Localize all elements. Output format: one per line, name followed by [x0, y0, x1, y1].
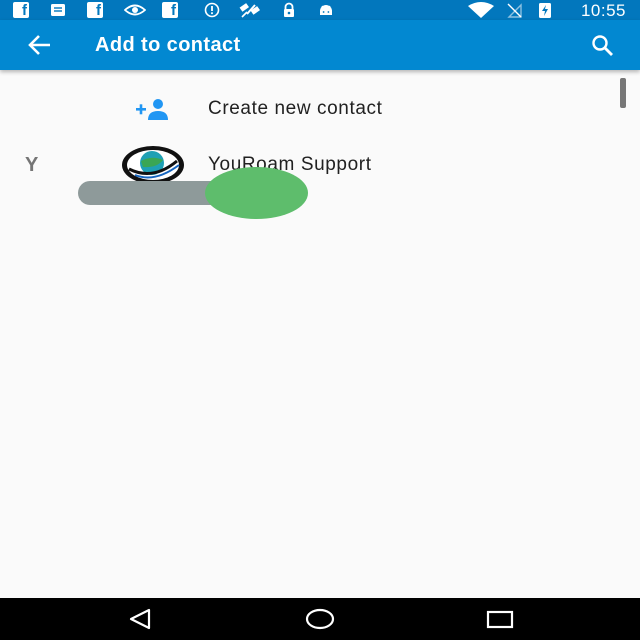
arrow-back-icon[interactable] [26, 31, 54, 59]
swipe-gesture-touch-point [205, 167, 308, 219]
app-bar: Add to contact [0, 20, 640, 70]
home-circle-icon[interactable] [300, 605, 340, 633]
eye-icon [124, 4, 146, 16]
status-bar: f f f 10:55 [0, 0, 640, 20]
screen: f f f 10:55 Add to contact Create new co… [0, 0, 640, 640]
avatar [122, 146, 184, 184]
wifi-icon [468, 2, 494, 18]
message-icon [51, 4, 65, 16]
create-new-contact-label: Create new contact [208, 98, 383, 119]
create-new-contact-item[interactable]: Create new contact [0, 81, 640, 137]
facebook-icon: f [87, 2, 103, 18]
facebook-icon: f [162, 2, 178, 18]
page-title: Add to contact [95, 34, 241, 56]
recents-square-icon[interactable] [480, 605, 520, 633]
back-triangle-icon[interactable] [120, 605, 160, 633]
add-person-icon [136, 99, 168, 120]
contact-list[interactable]: Create new contact Y YouRoam Support [0, 70, 640, 598]
battery-charging-icon [539, 3, 551, 18]
facebook-icon: f [13, 2, 29, 18]
search-icon[interactable] [590, 33, 616, 59]
status-clock: 10:55 [580, 1, 626, 20]
scrollbar[interactable] [620, 78, 626, 108]
section-header-letter: Y [25, 154, 39, 176]
no-sim-icon [507, 3, 522, 18]
satellite-icon [239, 3, 260, 18]
android-icon [320, 5, 332, 15]
navigation-bar [0, 598, 640, 640]
lock-icon [284, 2, 294, 17]
alert-icon [204, 2, 220, 18]
